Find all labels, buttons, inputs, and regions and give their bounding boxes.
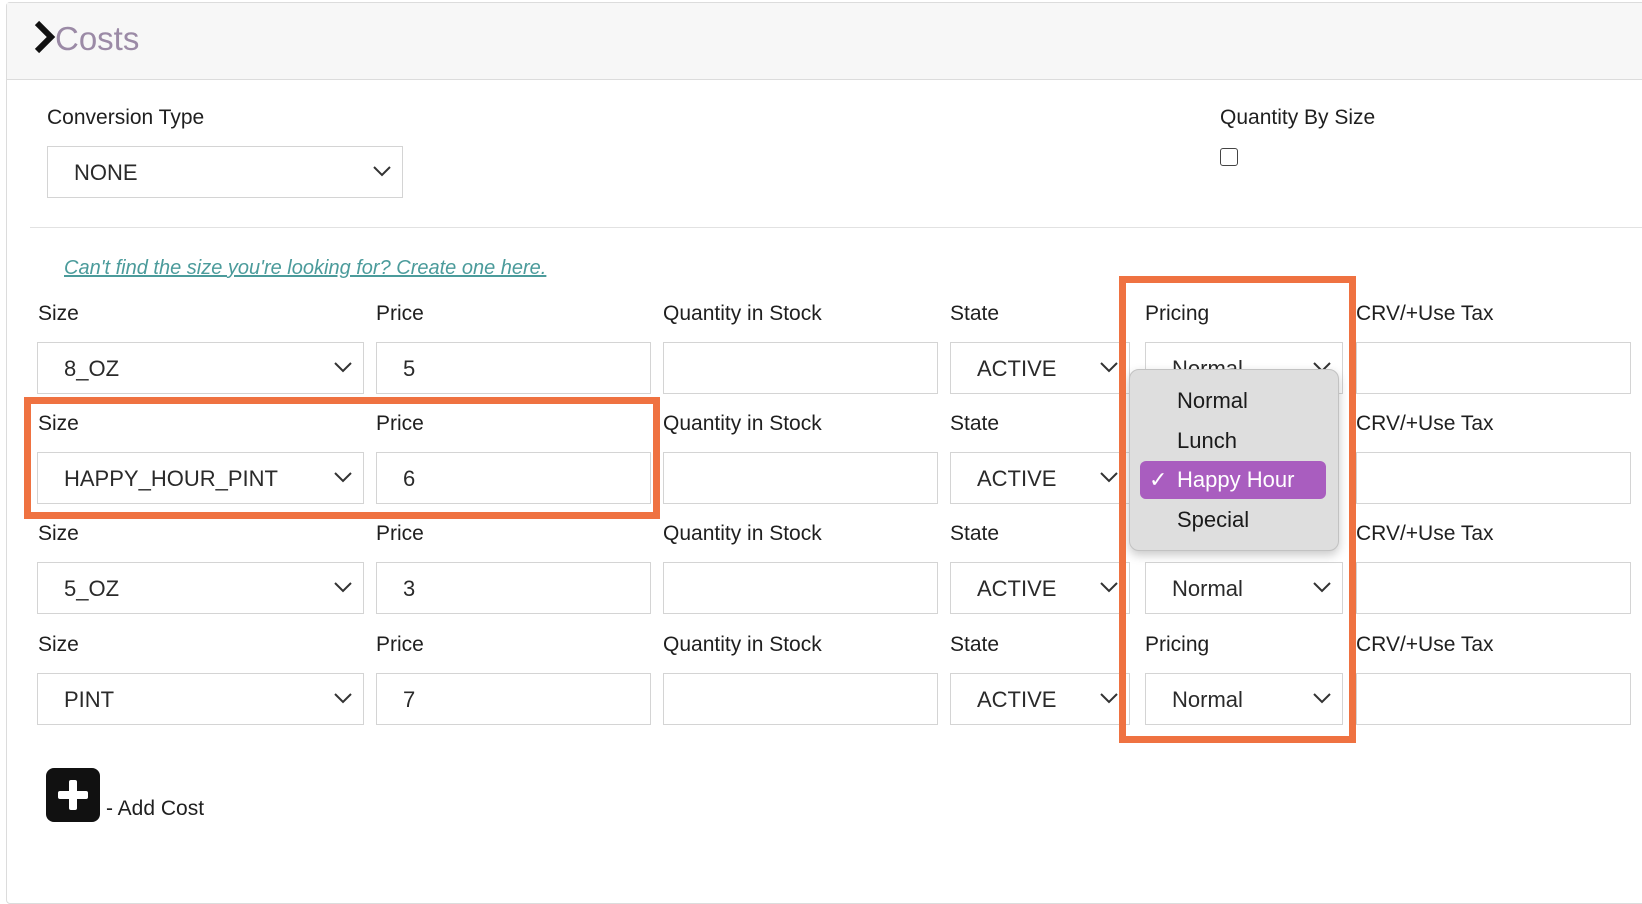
crv-input[interactable] <box>1356 342 1631 394</box>
size-label: Size <box>38 633 79 656</box>
quantity-label: Quantity in Stock <box>663 412 822 435</box>
section-title: Costs <box>55 20 140 57</box>
state-value: ACTIVE <box>977 466 1057 491</box>
crv-label: CRV/+Use Tax <box>1356 633 1494 656</box>
chevron-down-icon <box>373 166 391 177</box>
quantity-input[interactable] <box>663 452 938 504</box>
crv-input[interactable] <box>1356 673 1631 725</box>
state-value: ACTIVE <box>977 576 1057 601</box>
state-select[interactable]: ACTIVE <box>950 342 1130 394</box>
state-label: State <box>950 302 1000 325</box>
state-label: State <box>950 522 1000 545</box>
quantity-input[interactable] <box>663 673 938 725</box>
chevron-down-icon <box>1100 693 1118 704</box>
size-select[interactable]: PINT <box>37 673 364 725</box>
price-input[interactable]: 3 <box>376 562 651 614</box>
quantity-label: Quantity in Stock <box>663 522 822 545</box>
state-value: ACTIVE <box>977 356 1057 381</box>
price-input[interactable]: 7 <box>376 673 651 725</box>
chevron-down-icon <box>1100 472 1118 483</box>
quantity-label: Quantity in Stock <box>663 633 822 656</box>
state-select[interactable]: ACTIVE <box>950 562 1130 614</box>
costs-header[interactable]: Costs <box>7 3 1642 80</box>
price-label: Price <box>376 302 424 325</box>
crv-label: CRV/+Use Tax <box>1356 412 1494 435</box>
size-label: Size <box>38 302 79 325</box>
crv-input[interactable] <box>1356 452 1631 504</box>
pricing-highlight <box>1119 276 1356 743</box>
state-select[interactable]: ACTIVE <box>950 452 1130 504</box>
quantity-by-size-checkbox[interactable] <box>1220 148 1238 166</box>
size-value: 8_OZ <box>64 356 120 381</box>
state-value: ACTIVE <box>977 687 1057 712</box>
conversion-type-label: Conversion Type <box>47 106 205 129</box>
crv-label: CRV/+Use Tax <box>1356 302 1494 325</box>
conversion-type-select[interactable]: NONE <box>47 146 403 198</box>
price-label: Price <box>376 633 424 656</box>
price-value: 5 <box>403 356 416 381</box>
size-value: PINT <box>64 687 115 712</box>
crv-label: CRV/+Use Tax <box>1356 522 1494 545</box>
state-label: State <box>950 412 1000 435</box>
conversion-type-value: NONE <box>74 160 138 185</box>
price-value: 7 <box>403 687 416 712</box>
size-select[interactable]: 8_OZ <box>37 342 364 394</box>
price-label: Price <box>376 522 424 545</box>
size-price-highlight <box>24 397 660 519</box>
chevron-down-icon <box>334 582 352 593</box>
size-label: Size <box>38 522 79 545</box>
state-label: State <box>950 633 1000 656</box>
quantity-label: Quantity in Stock <box>663 302 822 325</box>
chevron-down-icon <box>1100 362 1118 373</box>
add-cost-label: - Add Cost <box>106 797 205 820</box>
price-input[interactable]: 5 <box>376 342 651 394</box>
quantity-input[interactable] <box>663 562 938 614</box>
quantity-input[interactable] <box>663 342 938 394</box>
create-size-link[interactable]: Can't find the size you're looking for? … <box>64 256 546 280</box>
size-value: 5_OZ <box>64 576 120 601</box>
price-value: 3 <box>403 576 416 601</box>
section-divider <box>30 227 1642 228</box>
chevron-down-icon <box>334 693 352 704</box>
state-select[interactable]: ACTIVE <box>950 673 1130 725</box>
size-select[interactable]: 5_OZ <box>37 562 364 614</box>
add-cost-button[interactable] <box>46 768 100 822</box>
quantity-by-size-label: Quantity By Size <box>1220 106 1376 129</box>
crv-input[interactable] <box>1356 562 1631 614</box>
chevron-down-icon <box>334 362 352 373</box>
chevron-down-icon <box>1100 582 1118 593</box>
